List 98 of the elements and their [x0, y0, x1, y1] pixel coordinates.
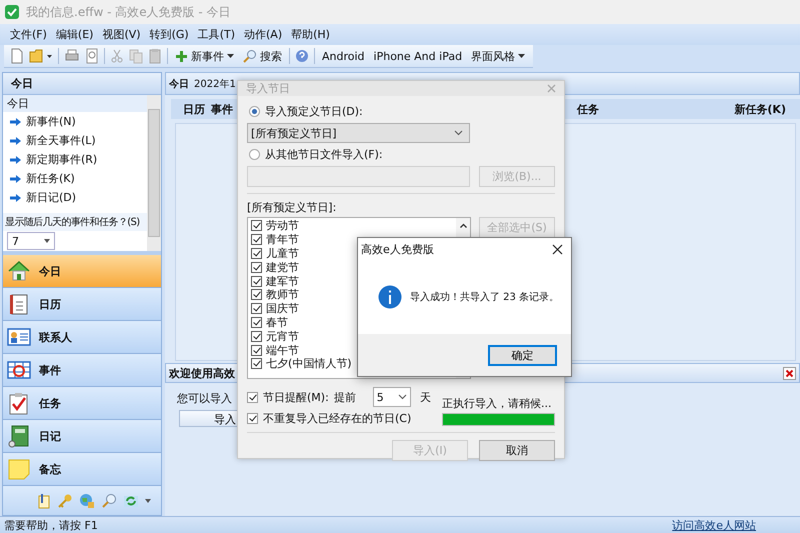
- nav-item[interactable]: 任务: [3, 387, 161, 420]
- website-link[interactable]: 访问高效e人网站: [672, 518, 756, 532]
- days-select[interactable]: 7: [7, 232, 55, 250]
- menu-item[interactable]: 转到(G): [150, 27, 189, 42]
- status-text: 需要帮助，请按 F1: [4, 518, 98, 532]
- tab-label[interactable]: 事件: [211, 102, 233, 116]
- search-icon: [243, 49, 257, 63]
- arrow-icon: [9, 154, 22, 164]
- panel-title: 今日: [3, 95, 147, 112]
- arrow-icon: [9, 136, 22, 146]
- sidebar-link[interactable]: 新定期事件(R): [26, 152, 98, 167]
- close-icon[interactable]: [552, 244, 563, 254]
- nav-item[interactable]: 日记: [3, 420, 161, 453]
- search-icon[interactable]: [101, 492, 117, 508]
- holiday-item[interactable]: 端午节: [251, 343, 299, 357]
- globe-icon[interactable]: [79, 492, 95, 508]
- copy-icon[interactable]: [129, 48, 143, 64]
- days-question: 显示随后几天的事件和任务？(S): [3, 213, 147, 231]
- menu-item[interactable]: 视图(V): [102, 27, 141, 42]
- nav-item[interactable]: 备忘: [3, 453, 161, 486]
- progress-text: 正执行导入，请稍候...: [442, 396, 552, 411]
- sidebar-link[interactable]: 新全天事件(L): [26, 133, 96, 148]
- view-title: 今日: [169, 78, 189, 90]
- unit-label: 天: [420, 390, 431, 404]
- sidebar-link[interactable]: 新任务(K): [26, 171, 75, 186]
- checkbox-label: 节日提醒(M):: [263, 390, 329, 404]
- holiday-item[interactable]: 元宵节: [251, 329, 299, 344]
- scrollbar[interactable]: [147, 95, 161, 251]
- checkbox[interactable]: [247, 392, 258, 402]
- days-select[interactable]: 5: [372, 387, 411, 407]
- tab-label[interactable]: 日历: [183, 102, 205, 116]
- window-title: 我的信息.effw - 高效e人免费版 - 今日: [26, 4, 231, 20]
- caret-icon: [44, 239, 50, 243]
- holiday-item[interactable]: 教师节: [251, 288, 299, 302]
- caret-icon[interactable]: [145, 498, 151, 502]
- help-icon[interactable]: [295, 49, 309, 63]
- cancel-button[interactable]: 取消: [479, 440, 555, 461]
- welcome-title: 欢迎使用高效: [169, 366, 235, 380]
- toolbar-button[interactable]: iPhone And iPad: [372, 50, 464, 62]
- house-icon: [7, 259, 31, 283]
- welcome-text: 您可以导入: [177, 391, 232, 406]
- list-label: [所有预定义节日]:: [247, 200, 338, 215]
- folder-icon[interactable]: [29, 48, 53, 64]
- toolbar-button[interactable]: Android: [320, 50, 367, 62]
- dialog-title: 高效e人免费版: [361, 242, 434, 256]
- nav-item[interactable]: 今日: [3, 255, 161, 288]
- holiday-item[interactable]: 春节: [251, 316, 288, 330]
- toolbar-button[interactable]: 界面风格: [469, 48, 528, 64]
- checkbox-label: 不重复导入已经存在的节日(C): [263, 411, 412, 426]
- radio-option[interactable]: 导入预定义节日(D):: [247, 102, 555, 121]
- sticky-note-icon: [7, 457, 31, 481]
- chevron-icon: [398, 394, 407, 400]
- menu-item[interactable]: 动作(A): [244, 27, 282, 42]
- preview-icon[interactable]: [85, 48, 99, 64]
- menu-item[interactable]: 帮助(H): [291, 27, 330, 42]
- menu-item[interactable]: 文件(F): [10, 27, 47, 42]
- field-label: 提前: [334, 390, 356, 404]
- nav-item[interactable]: 日历: [3, 288, 161, 321]
- cut-icon[interactable]: [110, 48, 124, 64]
- ok-button[interactable]: 确定: [488, 344, 557, 366]
- arrow-icon: [9, 174, 22, 184]
- section-title: 任务: [577, 102, 599, 116]
- sidebar-link[interactable]: 新事件(N): [26, 114, 76, 129]
- radio-option[interactable]: 从其他节日文件导入(F):: [247, 145, 555, 164]
- scroll-up-icon[interactable]: [460, 223, 466, 228]
- holiday-item[interactable]: 劳动节: [251, 219, 299, 233]
- holiday-item[interactable]: 青年节: [251, 232, 299, 247]
- menu-item[interactable]: 编辑(E): [56, 27, 94, 42]
- toolbar-button[interactable]: 新事件: [173, 48, 236, 64]
- message-text: 导入成功！共导入了 23 条记录。: [410, 290, 560, 304]
- holiday-item[interactable]: 儿童节: [251, 246, 299, 260]
- paste-icon[interactable]: [148, 48, 162, 64]
- info-icon: [378, 285, 402, 309]
- holiday-set-select[interactable]: [所有预定义节日]: [247, 123, 470, 143]
- date-text: 2022年1: [194, 78, 236, 90]
- holiday-item[interactable]: 建党节: [251, 260, 299, 274]
- new-task-link[interactable]: 新任务(K): [734, 102, 786, 116]
- chevron-icon: [454, 130, 463, 136]
- checkbox[interactable]: [247, 413, 258, 424]
- arrow-icon: [9, 192, 22, 202]
- arrow-icon: [9, 116, 22, 126]
- new-document-icon[interactable]: [10, 48, 24, 64]
- app-logo-icon: [4, 4, 20, 20]
- holiday-item[interactable]: 国庆节: [251, 302, 299, 316]
- menu-item[interactable]: 工具(T): [198, 27, 235, 42]
- file-path-field[interactable]: [247, 166, 470, 187]
- holiday-item[interactable]: 七夕(中国情人节): [251, 356, 352, 371]
- toolbar-button[interactable]: 搜索: [241, 48, 284, 64]
- sidebar-link[interactable]: 新日记(D): [26, 190, 76, 205]
- nav-item[interactable]: 事件: [3, 354, 161, 387]
- nav-item[interactable]: 联系人: [3, 321, 161, 354]
- book-icon: [7, 424, 31, 448]
- clip-icon[interactable]: [37, 492, 51, 508]
- plus-icon: [175, 50, 188, 62]
- key-icon[interactable]: [57, 492, 73, 508]
- holiday-item[interactable]: 建军节: [251, 274, 299, 288]
- sidebar-header: 今日: [3, 73, 161, 95]
- dialog-title: 导入节日: [246, 81, 290, 96]
